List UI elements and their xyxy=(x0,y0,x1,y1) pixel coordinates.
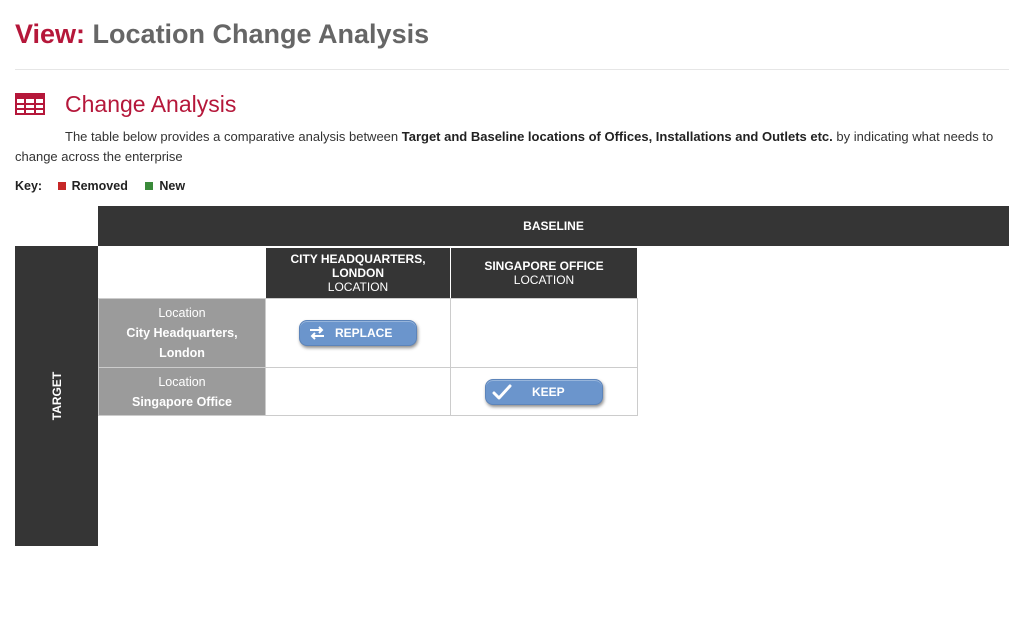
row-header-city-hq: Location City Headquarters, London xyxy=(99,299,265,367)
view-prefix: View: xyxy=(15,19,86,49)
column-name: SINGAPORE OFFICE xyxy=(484,259,604,273)
view-name: Location Change Analysis xyxy=(92,19,430,49)
target-header: TARGET xyxy=(15,246,98,546)
replace-button[interactable]: REPLACE xyxy=(299,320,417,346)
target-label: TARGET xyxy=(49,371,64,421)
header-divider xyxy=(15,69,1009,70)
key-title: Key: xyxy=(15,178,43,193)
keep-label: KEEP xyxy=(532,385,565,399)
legend-key: Key: Removed New xyxy=(15,178,199,193)
column-type: LOCATION xyxy=(513,273,575,287)
grid-divider xyxy=(450,298,451,416)
keep-button[interactable]: KEEP xyxy=(485,379,603,405)
replace-label: REPLACE xyxy=(335,326,393,340)
page-title: View: Location Change Analysis xyxy=(15,16,429,52)
column-type: LOCATION xyxy=(327,280,389,294)
row-name: Singapore Office xyxy=(131,394,233,409)
baseline-label: BASELINE xyxy=(523,219,584,233)
row-header-singapore: Location Singapore Office xyxy=(99,368,265,415)
new-swatch xyxy=(145,181,154,190)
grid-divider xyxy=(265,298,266,416)
swap-arrows-icon xyxy=(310,326,324,340)
column-name: CITY HEADQUARTERS, LONDON xyxy=(290,252,426,280)
checkmark-icon xyxy=(492,384,512,400)
section-title: Change Analysis xyxy=(65,91,237,117)
row-type: Location xyxy=(158,374,206,389)
column-header-singapore: SINGAPORE OFFICE LOCATION xyxy=(451,248,637,298)
description-text-1: The table below provides a comparative a… xyxy=(65,129,402,144)
row-name: City Headquarters, London xyxy=(126,326,238,360)
section-description: The table below provides a comparative a… xyxy=(15,127,1010,167)
row-type: Location xyxy=(158,306,206,320)
table-icon xyxy=(15,93,45,115)
removed-swatch xyxy=(57,181,66,190)
key-removed-label: Removed xyxy=(71,178,128,193)
description-bold: Target and Baseline locations of Offices… xyxy=(401,129,833,144)
baseline-header: BASELINE xyxy=(98,206,1009,246)
column-header-city-hq: CITY HEADQUARTERS, LONDON LOCATION xyxy=(266,248,450,298)
key-new-label: New xyxy=(159,178,186,193)
